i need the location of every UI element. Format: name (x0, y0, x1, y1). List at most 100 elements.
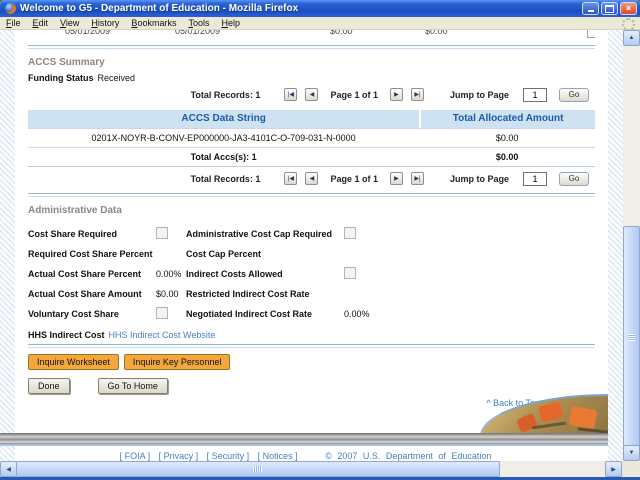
total-records-label: Total Records: 1 (190, 89, 261, 100)
footer-metallic-bar (0, 433, 608, 446)
scroll-left-button[interactable]: ◀ (0, 461, 17, 477)
cost-share-required-checkbox[interactable] (156, 227, 168, 239)
maximize-icon (605, 4, 614, 13)
navigation-button-row: Done Go To Home (28, 378, 595, 394)
minimize-icon (587, 10, 594, 12)
prev-page-button[interactable]: ◀ (305, 88, 319, 101)
administrative-data-grid: Cost Share Required Administrative Cost … (28, 227, 428, 321)
funding-status-label: Funding Status (28, 73, 94, 83)
total-records-label: Total Records: 1 (190, 173, 261, 184)
column-header-accs-data-string: ACCS Data String (28, 110, 420, 128)
horizontal-scrollbar-thumb[interactable] (16, 461, 500, 477)
first-page-icon: |◀ (287, 176, 295, 182)
footer-link-foia[interactable]: [ FOIA ] (120, 451, 151, 461)
funding-status-value: Received (97, 73, 136, 83)
scroll-down-button[interactable]: ▼ (623, 445, 640, 461)
section-divider (28, 344, 595, 348)
window-controls: × (582, 2, 637, 15)
jump-to-page-input[interactable] (523, 171, 547, 186)
menu-help[interactable]: Help (215, 18, 246, 28)
menu-file[interactable]: File (0, 18, 27, 28)
total-accs-label: Total Accs(s): 1 (190, 152, 257, 162)
scroll-up-button[interactable]: ▲ (623, 30, 640, 46)
next-page-button[interactable]: ▶ (389, 88, 403, 101)
accs-summary-heading: ACCS Summary (28, 57, 105, 68)
pager-bottom: Total Records: 1 |◀ ◀ Page 1 of 1 ▶ ▶| J… (28, 171, 595, 186)
allocated-amount-value: $0.00 (495, 133, 519, 143)
administrative-data-heading: Administrative Data (28, 205, 122, 216)
last-page-icon: ▶| (414, 92, 421, 98)
scroll-up-icon: ▲ (628, 35, 635, 41)
scroll-right-button[interactable]: ▶ (605, 461, 622, 477)
go-button[interactable]: Go (559, 87, 589, 102)
vertical-scrollbar-thumb[interactable] (623, 226, 640, 449)
horizontal-scrollbar[interactable]: ◀ ▶ (0, 461, 622, 477)
actual-cost-share-percent-label: Actual Cost Share Percent (28, 269, 142, 279)
first-page-button[interactable]: |◀ (284, 172, 298, 185)
clipped-row-checkbox[interactable] (587, 30, 595, 38)
jump-to-page-label: Jump to Page (449, 173, 509, 184)
section-divider (28, 45, 595, 49)
hhs-indirect-cost-website-link[interactable]: HHS Indirect Cost Website (109, 330, 216, 340)
negotiated-indirect-cost-rate-value: 0.00% (344, 309, 370, 319)
maximize-button[interactable] (601, 2, 618, 15)
done-button[interactable]: Done (28, 378, 70, 394)
cost-cap-percent-label: Cost Cap Percent (186, 249, 262, 259)
inquire-button-row: Inquire Worksheet Inquire Key Personnel (28, 354, 595, 370)
window-title: Welcome to G5 - Department of Education … (20, 3, 299, 14)
jump-to-page-input[interactable] (523, 87, 547, 102)
required-cost-share-percent-label: Required Cost Share Percent (28, 249, 153, 259)
actual-cost-share-amount-label: Actual Cost Share Amount (28, 289, 142, 299)
accs-data-string-value: 0201X-NOYR-B-CONV-EP000000-JA3-4101C-O-7… (91, 133, 356, 143)
page-viewport: 05/01/2009 05/01/2009 $0.00 $0.00 ACCS S… (0, 30, 623, 461)
last-page-button[interactable]: ▶| (410, 88, 424, 101)
section-divider (28, 193, 595, 197)
last-page-button[interactable]: ▶| (410, 172, 424, 185)
admin-cost-cap-required-label: Administrative Cost Cap Required (186, 229, 333, 239)
scroll-right-icon: ▶ (611, 466, 616, 473)
close-button[interactable]: × (620, 2, 637, 15)
vertical-scrollbar[interactable]: ▲ ▼ (623, 30, 640, 461)
admin-cost-cap-required-checkbox[interactable] (344, 227, 356, 239)
menu-bookmarks[interactable]: Bookmarks (125, 18, 182, 28)
first-page-button[interactable]: |◀ (284, 88, 298, 101)
actual-cost-share-percent-value: 0.00% (156, 269, 182, 279)
scroll-down-icon: ▼ (628, 450, 635, 456)
chair-shape (568, 406, 598, 429)
last-page-icon: ▶| (414, 176, 421, 182)
accs-table: ACCS Data String Total Allocated Amount … (28, 110, 595, 167)
indirect-costs-allowed-checkbox[interactable] (344, 267, 356, 279)
chair-shape (538, 401, 564, 423)
clipped-date-2: 05/01/2009 (175, 30, 221, 36)
chair-shape (515, 412, 539, 434)
next-page-button[interactable]: ▶ (389, 172, 403, 185)
page-margin-stripe-left (0, 30, 15, 461)
restricted-indirect-cost-rate-label: Restricted Indirect Cost Rate (186, 289, 310, 299)
prev-page-button[interactable]: ◀ (305, 172, 319, 185)
menu-edit[interactable]: Edit (27, 18, 55, 28)
go-to-home-button[interactable]: Go To Home (97, 378, 168, 394)
cost-share-required-label: Cost Share Required (28, 229, 118, 239)
go-button[interactable]: Go (559, 171, 589, 186)
table-row: 0201X-NOYR-B-CONV-EP000000-JA3-4101C-O-7… (28, 128, 595, 147)
footer-link-privacy[interactable]: [ Privacy ] (159, 451, 199, 461)
menu-tools[interactable]: Tools (182, 18, 215, 28)
voluntary-cost-share-label: Voluntary Cost Share (28, 309, 119, 319)
menu-history[interactable]: History (85, 18, 125, 28)
voluntary-cost-share-checkbox[interactable] (156, 307, 168, 319)
footer-link-security[interactable]: [ Security ] (207, 451, 250, 461)
funding-status-line: Funding Status Received (28, 73, 595, 83)
inquire-worksheet-button[interactable]: Inquire Worksheet (28, 354, 119, 370)
clipped-table-row: 05/01/2009 05/01/2009 $0.00 $0.00 (28, 30, 595, 38)
close-icon: × (625, 3, 632, 13)
title-bar: Welcome to G5 - Department of Education … (0, 0, 640, 17)
inquire-key-personnel-button[interactable]: Inquire Key Personnel (123, 354, 231, 370)
next-page-icon: ▶ (394, 176, 399, 182)
table-total-row: Total Accs(s): 1 $0.00 (28, 147, 595, 166)
prev-page-icon: ◀ (309, 92, 315, 98)
scrollbar-corner (622, 461, 640, 477)
menu-view[interactable]: View (54, 18, 85, 28)
hhs-indirect-cost-label: HHS Indirect Cost (28, 330, 105, 340)
minimize-button[interactable] (582, 2, 599, 15)
footer-link-notices[interactable]: [ Notices ] (258, 451, 298, 461)
